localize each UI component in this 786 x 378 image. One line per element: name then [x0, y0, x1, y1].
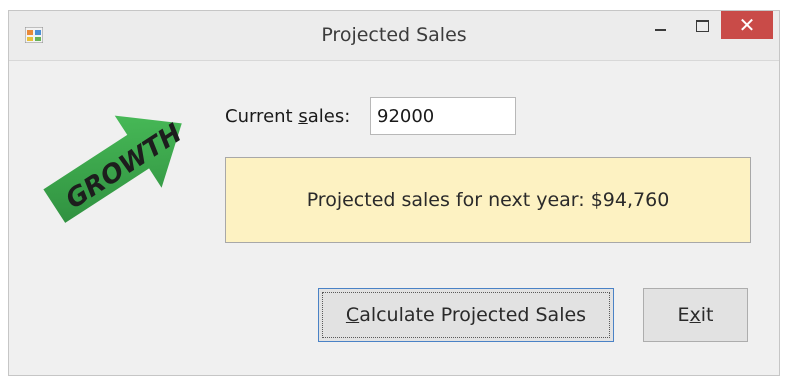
maximize-button[interactable] [683, 11, 721, 41]
exit-pre: E [677, 304, 690, 326]
calculate-mnemonic: C [345, 304, 360, 326]
calculate-projected-sales-button[interactable]: Calculate Projected Sales [318, 288, 614, 342]
projected-sales-text: Projected sales for next year: $94,760 [306, 189, 670, 211]
current-sales-input[interactable] [370, 97, 516, 135]
current-sales-label: Current sales: [225, 106, 350, 127]
growth-arrow-icon: GROWTH [43, 115, 188, 223]
label-pre: Current [225, 106, 299, 127]
close-button[interactable]: ✕ [721, 11, 773, 39]
close-icon: ✕ [738, 13, 756, 37]
label-post: ales: [307, 106, 351, 127]
app-window: Projected Sales ✕ GROWTH Current sales: … [8, 10, 780, 376]
calculate-label: Calculate Projected Sales [346, 304, 586, 326]
exit-post: it [700, 304, 714, 326]
exit-label: Exit [678, 304, 714, 326]
label-mnemonic: s [298, 106, 308, 127]
minimize-button[interactable] [641, 11, 679, 41]
projected-sales-output: Projected sales for next year: $94,760 [225, 157, 751, 243]
title-bar[interactable]: Projected Sales ✕ [9, 11, 779, 61]
calculate-rest: alculate Projected Sales [359, 304, 587, 326]
maximize-icon [695, 20, 709, 32]
exit-mnemonic: x [689, 304, 701, 326]
minimize-icon [654, 29, 666, 31]
exit-button[interactable]: Exit [643, 288, 748, 342]
